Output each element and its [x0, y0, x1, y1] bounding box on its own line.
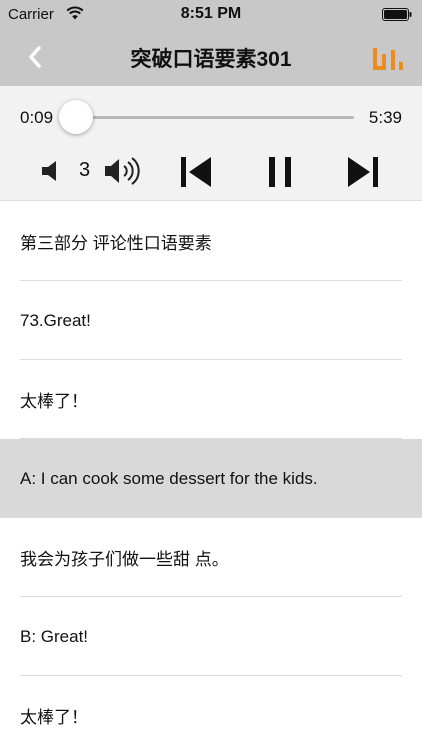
list-item-text: 太棒了！: [20, 392, 88, 411]
nav-bar: 突破口语要素301: [0, 28, 422, 86]
status-time: 8:51 PM: [180, 5, 242, 22]
list-item[interactable]: 太棒了！: [0, 676, 422, 750]
speaker-loud-icon[interactable]: [103, 154, 143, 188]
current-time: 0:09: [20, 108, 54, 127]
audio-player: 0:09 5:39 3: [0, 86, 422, 201]
page-title: 突破口语要素301: [130, 48, 292, 71]
list-item-text: 第三部分 评论性口语要素: [20, 234, 212, 253]
skip-forward-icon[interactable]: [345, 154, 381, 190]
list-item-text: 73.Great!: [20, 310, 91, 330]
pause-icon[interactable]: [265, 154, 295, 190]
level-bars-icon[interactable]: [372, 44, 404, 72]
list-item[interactable]: 第三部分 评论性口语要素: [0, 202, 422, 281]
progress-thumb[interactable]: [58, 100, 93, 134]
status-bar: Carrier 8:51 PM: [0, 0, 422, 28]
list-item-text: B: Great!: [20, 626, 89, 646]
list-item[interactable]: A: I can cook some dessert for the kids.: [0, 439, 422, 518]
list-item-text: 我会为孩子们做一些甜 点。: [20, 550, 229, 569]
progress-slider[interactable]: [58, 100, 354, 134]
skip-back-icon[interactable]: [178, 154, 214, 190]
speaker-icon[interactable]: [40, 159, 62, 183]
list-item[interactable]: 73.Great!: [0, 281, 422, 360]
sentence-list: 第三部分 评论性口语要素 73.Great! 太棒了！ A: I can coo…: [0, 202, 422, 750]
total-time: 5:39: [368, 108, 402, 127]
list-item[interactable]: B: Great!: [0, 597, 422, 676]
list-item[interactable]: 太棒了！: [0, 360, 422, 439]
list-item-text: A: I can cook some dessert for the kids.: [20, 468, 318, 488]
volume-level: 3: [79, 159, 91, 181]
list-item-text: 太棒了！: [20, 708, 88, 727]
battery-icon: [382, 8, 412, 21]
list-item[interactable]: 我会为孩子们做一些甜 点。: [0, 518, 422, 597]
